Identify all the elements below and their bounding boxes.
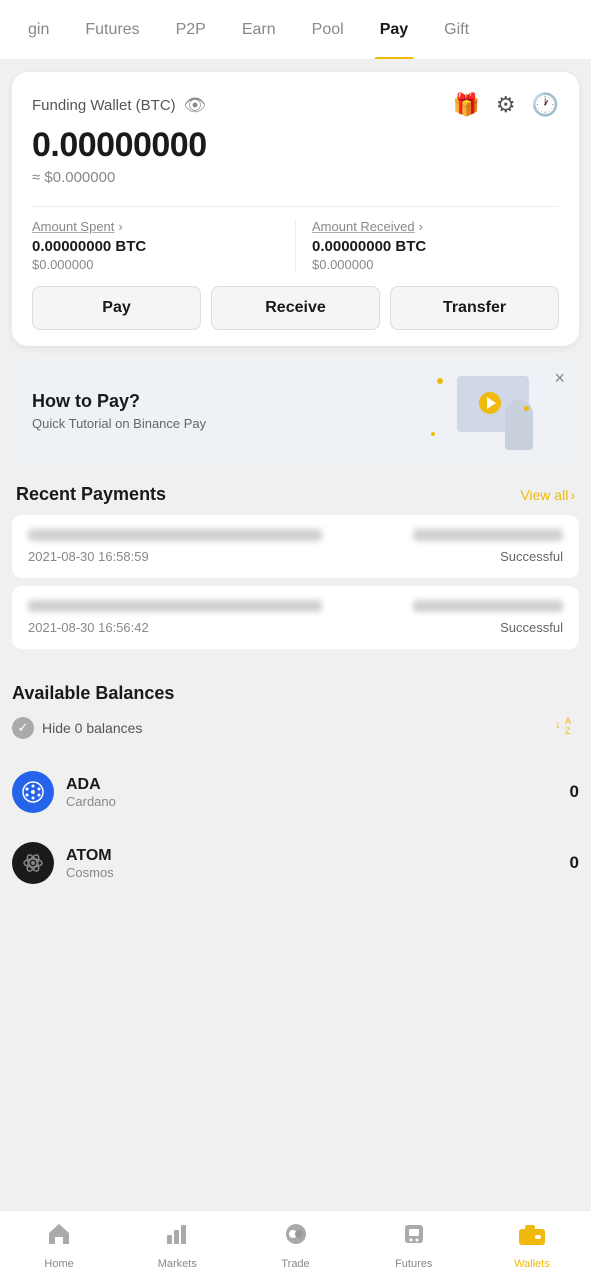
ada-balance: 0 [570,782,579,802]
bottom-nav-markets[interactable]: Markets [118,1211,236,1280]
top-navigation: ginFuturesP2PEarnPoolPayGift [0,0,591,60]
amount-spent-btc: 0.00000000 BTC [32,238,279,255]
transfer-button[interactable]: Transfer [390,286,559,330]
markets-label: Markets [158,1258,197,1270]
home-icon [46,1221,72,1254]
hide-zero-row: ✓ Hide 0 balances ↓ A Z [12,714,579,742]
tutorial-illustration [429,376,529,446]
gift-icon[interactable]: 🎁 [452,92,479,118]
wallet-card: Funding Wallet (BTC) 👁 🎁 ⚙ 🕐 0.00000000 … [12,72,579,346]
recent-payments-title: Recent Payments [16,484,166,505]
atom-coin-icon [12,842,54,884]
recent-payments-header: Recent Payments View all › [16,484,575,505]
amount-received-btc: 0.00000000 BTC [312,238,559,255]
nav-tab-p2p[interactable]: P2P [158,0,224,60]
view-all-label: View all [520,487,568,503]
svg-text:Z: Z [565,726,571,736]
view-all-button[interactable]: View all › [520,487,575,503]
payment-status-1: Successful [500,549,563,564]
atom-symbol: ATOM [66,847,114,865]
pay-button[interactable]: Pay [32,286,201,330]
amount-received-stat[interactable]: Amount Received › 0.00000000 BTC $0.0000… [296,219,559,272]
available-balances-section: Available Balances ✓ Hide 0 balances ↓ A… [12,667,579,898]
trade-icon [283,1221,309,1254]
sort-icon[interactable]: ↓ A Z [555,714,579,742]
balance-usd: ≈ $0.000000 [32,169,559,186]
wallets-label: Wallets [514,1258,550,1270]
amount-spent-stat[interactable]: Amount Spent › 0.00000000 BTC $0.000000 [32,219,296,272]
nav-tab-earn[interactable]: Earn [224,0,294,60]
tutorial-close-button[interactable]: × [554,368,565,389]
atom-balance: 0 [570,853,579,873]
ada-name: Cardano [66,794,116,809]
trade-label: Trade [281,1258,309,1270]
hide-zero-check-icon[interactable]: ✓ [12,717,34,739]
nav-tab-pay[interactable]: Pay [362,0,426,60]
history-icon[interactable]: 🕐 [532,92,559,118]
balance-stats: Amount Spent › 0.00000000 BTC $0.000000 … [32,219,559,272]
nav-tab-futures[interactable]: Futures [67,0,157,60]
available-balances-title: Available Balances [12,683,174,704]
tutorial-title: How to Pay? [32,391,206,412]
bottom-navigation: Home Markets Trade [0,1210,591,1280]
wallets-icon [517,1221,547,1254]
nav-tab-gift[interactable]: Gift [426,0,487,60]
spent-arrow-icon: › [118,219,122,234]
svg-text:A: A [565,716,571,726]
bottom-nav-wallets[interactable]: Wallets [473,1211,591,1280]
nav-tab-margin[interactable]: gin [10,0,67,60]
tutorial-banner: How to Pay? Quick Tutorial on Binance Pa… [12,358,579,464]
settings-icon[interactable]: ⚙ [496,92,516,118]
payment-date-1: 2021-08-30 16:58:59 [28,549,149,564]
hide-zero-label: Hide 0 balances [42,720,142,736]
ada-coin-icon [12,771,54,813]
received-arrow-icon: › [419,219,423,234]
eye-icon[interactable]: 👁 [184,95,207,116]
bottom-nav-trade[interactable]: Trade [236,1211,354,1280]
tutorial-subtitle: Quick Tutorial on Binance Pay [32,416,206,431]
amount-spent-usd: $0.000000 [32,257,279,272]
view-all-arrow-icon: › [570,487,575,503]
coin-row-atom[interactable]: ATOM Cosmos 0 [12,827,579,898]
bottom-nav-futures[interactable]: Futures [355,1211,473,1280]
amount-received-usd: $0.000000 [312,257,559,272]
atom-name: Cosmos [66,865,114,880]
markets-icon [164,1221,190,1254]
amount-received-label: Amount Received [312,219,415,234]
amount-spent-label: Amount Spent [32,219,114,234]
payment-status-2: Successful [500,620,563,635]
futures-label: Futures [395,1258,432,1270]
payment-date-2: 2021-08-30 16:56:42 [28,620,149,635]
futures-icon [401,1221,427,1254]
recent-payment-item-2[interactable]: 2021-08-30 16:56:42 Successful [12,586,579,649]
coin-row-ada[interactable]: ADA Cardano 0 [12,756,579,827]
svg-text:↓: ↓ [555,717,561,731]
action-buttons: Pay Receive Transfer [32,286,559,330]
nav-tab-pool[interactable]: Pool [294,0,362,60]
receive-button[interactable]: Receive [211,286,380,330]
ada-symbol: ADA [66,776,116,794]
balance-btc: 0.00000000 [32,126,559,165]
bottom-nav-home[interactable]: Home [0,1211,118,1280]
wallet-title: Funding Wallet (BTC) [32,97,176,114]
recent-payment-item-1[interactable]: 2021-08-30 16:58:59 Successful [12,515,579,578]
home-label: Home [44,1258,73,1270]
